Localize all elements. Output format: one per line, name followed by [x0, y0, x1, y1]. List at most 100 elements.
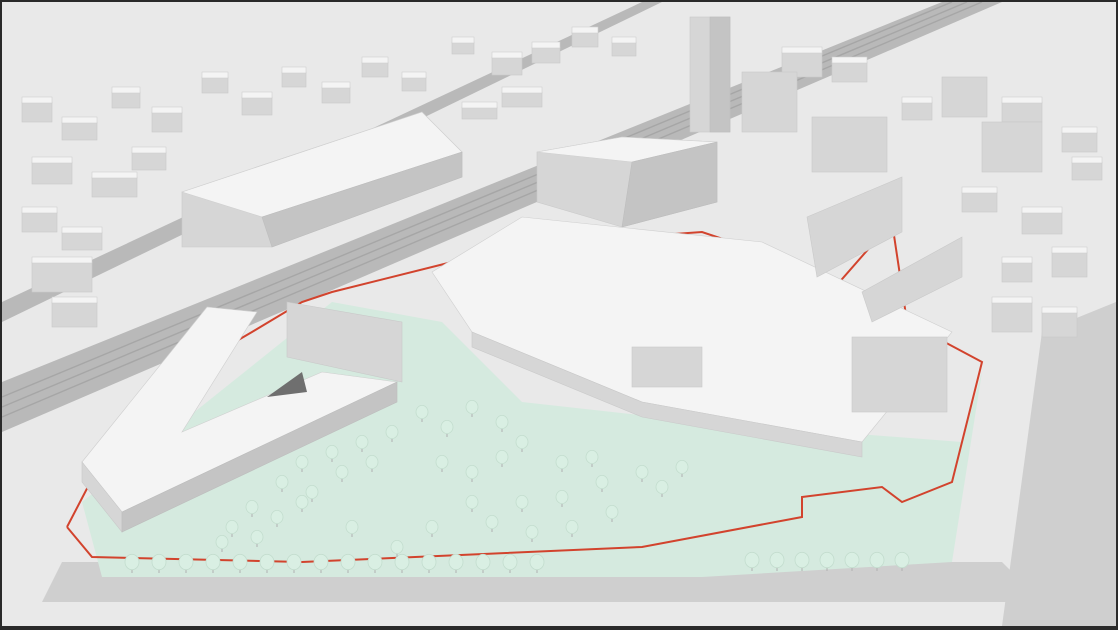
tree — [435, 454, 449, 469]
residential-block — [281, 71, 307, 88]
residential-block-roof — [961, 186, 998, 194]
tree — [245, 499, 259, 514]
residential-block — [131, 151, 167, 171]
tree — [565, 520, 579, 535]
residential-block-roof — [491, 51, 523, 59]
tree — [555, 454, 569, 469]
tree — [819, 551, 835, 569]
residential-block — [451, 41, 475, 55]
tree — [355, 434, 369, 449]
viewport-frame — [0, 0, 1118, 630]
residential-block — [831, 61, 868, 83]
tree — [232, 553, 248, 571]
residential-block — [91, 176, 138, 198]
residential-block — [1021, 211, 1063, 235]
residential-block-roof — [21, 206, 58, 214]
tree — [655, 479, 669, 494]
tree — [205, 553, 221, 571]
tree — [225, 520, 239, 535]
tree — [313, 553, 329, 571]
tree — [295, 454, 309, 469]
residential-block — [21, 211, 58, 233]
residential-block — [501, 91, 543, 108]
residential-block-roof — [31, 256, 93, 264]
tree — [555, 489, 569, 504]
residential-block-roof — [1001, 256, 1033, 264]
residential-block — [611, 41, 637, 57]
residential-block — [151, 111, 183, 133]
residential-block — [201, 76, 229, 94]
residential-block-roof — [241, 91, 273, 99]
tree — [367, 553, 383, 571]
tree — [675, 459, 689, 474]
residential-block-roof — [1041, 306, 1078, 314]
residential-block-roof — [201, 71, 229, 79]
tree — [529, 553, 545, 571]
residential-block-roof — [1051, 246, 1088, 254]
tree — [769, 551, 785, 569]
residential-block — [241, 96, 273, 116]
residential-block — [61, 121, 98, 141]
residential-block — [1041, 311, 1078, 338]
residential-block — [1051, 251, 1088, 278]
masterplan-render — [2, 2, 1116, 626]
tree — [794, 551, 810, 569]
residential-block-roof — [571, 26, 599, 34]
massing-model — [2, 2, 1116, 626]
residential-block-roof — [91, 171, 138, 179]
residential-block-roof — [111, 86, 141, 94]
tree — [335, 464, 349, 479]
tree — [415, 404, 429, 419]
residential-block-roof — [21, 96, 53, 104]
tree — [635, 464, 649, 479]
residential-block-roof — [451, 36, 475, 44]
tree — [295, 494, 309, 509]
tree — [215, 535, 229, 550]
residential-block — [1001, 101, 1043, 123]
residential-block — [361, 61, 389, 78]
tree — [495, 449, 509, 464]
residential-block-roof — [461, 101, 498, 109]
residential-block — [1061, 131, 1098, 153]
tree — [744, 551, 760, 569]
tree — [286, 553, 302, 571]
tree — [385, 424, 399, 439]
tree — [178, 553, 194, 571]
tree — [390, 540, 404, 555]
residential-block-roof — [1071, 156, 1103, 164]
residential-block-roof — [401, 71, 427, 79]
tree — [465, 399, 479, 414]
tree — [465, 464, 479, 479]
residential-block-roof — [61, 116, 98, 124]
residential-block-roof — [151, 106, 183, 114]
tree — [894, 551, 910, 569]
tree — [485, 515, 499, 530]
tree — [345, 520, 359, 535]
tree — [259, 553, 275, 571]
tree — [448, 553, 464, 571]
tree — [595, 474, 609, 489]
tree — [495, 414, 509, 429]
residential-block — [51, 301, 98, 328]
tree — [270, 509, 284, 524]
residential-block — [1071, 161, 1103, 181]
residential-block-roof — [531, 41, 561, 49]
tree — [151, 553, 167, 571]
tree — [421, 553, 437, 571]
residential-block-roof — [131, 146, 167, 154]
tree — [465, 494, 479, 509]
residential-block-roof — [611, 36, 637, 44]
tree — [340, 553, 356, 571]
residential-block-roof — [831, 56, 868, 64]
residential-block — [461, 106, 498, 120]
residential-block-roof — [281, 66, 307, 74]
residential-block — [31, 161, 73, 185]
tree — [844, 551, 860, 569]
tree — [305, 484, 319, 499]
residential-block — [61, 231, 103, 251]
residential-block — [571, 31, 599, 48]
tree — [515, 434, 529, 449]
residential-block-roof — [321, 81, 351, 89]
residential-block — [111, 91, 141, 109]
tree — [515, 494, 529, 509]
